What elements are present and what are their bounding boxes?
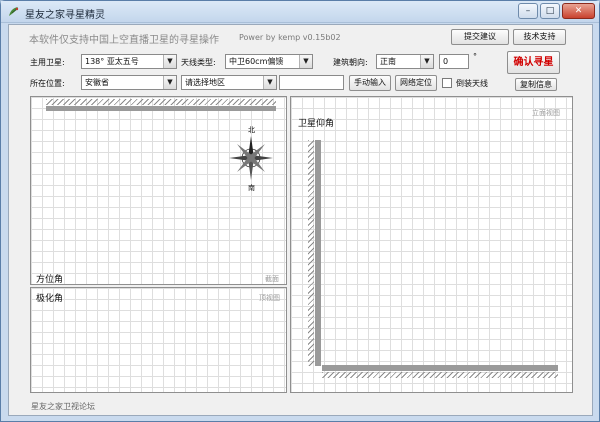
inverted-antenna-checkbox[interactable] xyxy=(442,78,452,88)
satellite-value: 138° 亚太五号 xyxy=(85,57,139,66)
province-select[interactable]: 安徽省 ▼ xyxy=(81,75,177,90)
orientation-select[interactable]: 正南 ▼ xyxy=(376,54,434,69)
chevron-down-icon: ▼ xyxy=(163,76,176,89)
vertical-wall-hatch xyxy=(308,140,314,366)
ground-bar xyxy=(322,365,558,371)
compass-south-label: 南 xyxy=(248,184,255,192)
antenna-label: 天线类型: xyxy=(181,58,216,67)
azimuth-panel: 北 南 方位角 截面 xyxy=(30,96,287,285)
window-title: 星友之家寻星精灵 xyxy=(25,10,105,21)
satellite-dish-icon xyxy=(9,7,19,16)
confirm-search-button[interactable]: 确认寻星 xyxy=(507,51,560,74)
antenna-value: 中卫60cm偏馈 xyxy=(229,57,284,66)
close-button[interactable]: ✕ xyxy=(562,3,595,19)
province-value: 安徽省 xyxy=(85,78,109,87)
maximize-icon: □ xyxy=(545,6,555,16)
polarization-hint: 顶视图 xyxy=(259,294,280,302)
manual-input-button[interactable]: 手动输入 xyxy=(349,75,391,91)
satellite-select[interactable]: 138° 亚太五号 ▼ xyxy=(81,54,177,69)
region-select[interactable]: 请选择地区 ▼ xyxy=(181,75,277,90)
polarization-title: 极化角 xyxy=(36,294,64,304)
wall-bar xyxy=(46,106,276,111)
chevron-down-icon: ▼ xyxy=(163,55,176,68)
elevation-hint: 立面视图 xyxy=(532,109,560,117)
angle-input[interactable]: 0 xyxy=(439,54,469,69)
degree-symbol: ° xyxy=(473,52,477,61)
ground-hatch xyxy=(322,372,558,378)
city-input[interactable] xyxy=(279,75,344,90)
elevation-title: 卫星仰角 xyxy=(298,119,335,129)
chevron-down-icon: ▼ xyxy=(263,76,276,89)
close-icon: ✕ xyxy=(574,6,583,16)
maximize-button[interactable]: □ xyxy=(540,3,560,19)
orientation-value: 正南 xyxy=(380,57,396,66)
chevron-down-icon: ▼ xyxy=(420,55,433,68)
minimize-button[interactable]: – xyxy=(518,3,538,19)
orientation-label: 建筑朝向: xyxy=(333,58,368,67)
compass-north-label: 北 xyxy=(248,126,255,134)
chevron-down-icon: ▼ xyxy=(299,55,312,68)
satellite-label: 主用卫星: xyxy=(30,58,65,67)
copy-info-button[interactable]: 复制信息 xyxy=(515,78,557,91)
vertical-wall-bar xyxy=(315,140,321,366)
azimuth-title: 方位角 xyxy=(36,275,64,285)
polarization-panel: 极化角 顶视图 xyxy=(30,287,287,393)
version-label: Power by kemp v0.15b02 xyxy=(239,33,341,42)
region-value: 请选择地区 xyxy=(185,78,225,87)
inverted-antenna-label: 倒装天线 xyxy=(456,79,488,88)
location-label: 所在位置: xyxy=(30,79,65,88)
support-notice: 本软件仅支持中国上空直播卫星的寻星操作 xyxy=(29,35,219,46)
tech-support-button[interactable]: 技术支持 xyxy=(513,29,566,45)
footer-forum-link[interactable]: 星友之家卫视论坛 xyxy=(31,401,95,412)
app-window: 星友之家寻星精灵 – □ ✕ 本软件仅支持中国上空直播卫星的寻星操作 Power… xyxy=(0,0,600,422)
minimize-icon: – xyxy=(525,6,531,16)
wall-hatch xyxy=(46,99,276,105)
submit-feedback-button[interactable]: 提交建议 xyxy=(451,29,509,45)
main-client-area: 本软件仅支持中国上空直播卫星的寻星操作 Power by kemp v0.15b… xyxy=(8,24,593,416)
online-locate-button[interactable]: 网络定位 xyxy=(395,75,437,91)
antenna-select[interactable]: 中卫60cm偏馈 ▼ xyxy=(225,54,313,69)
elevation-panel: 卫星仰角 立面视图 xyxy=(290,96,573,393)
title-bar[interactable]: 星友之家寻星精灵 – □ ✕ xyxy=(1,1,599,23)
azimuth-hint: 截面 xyxy=(265,275,279,283)
